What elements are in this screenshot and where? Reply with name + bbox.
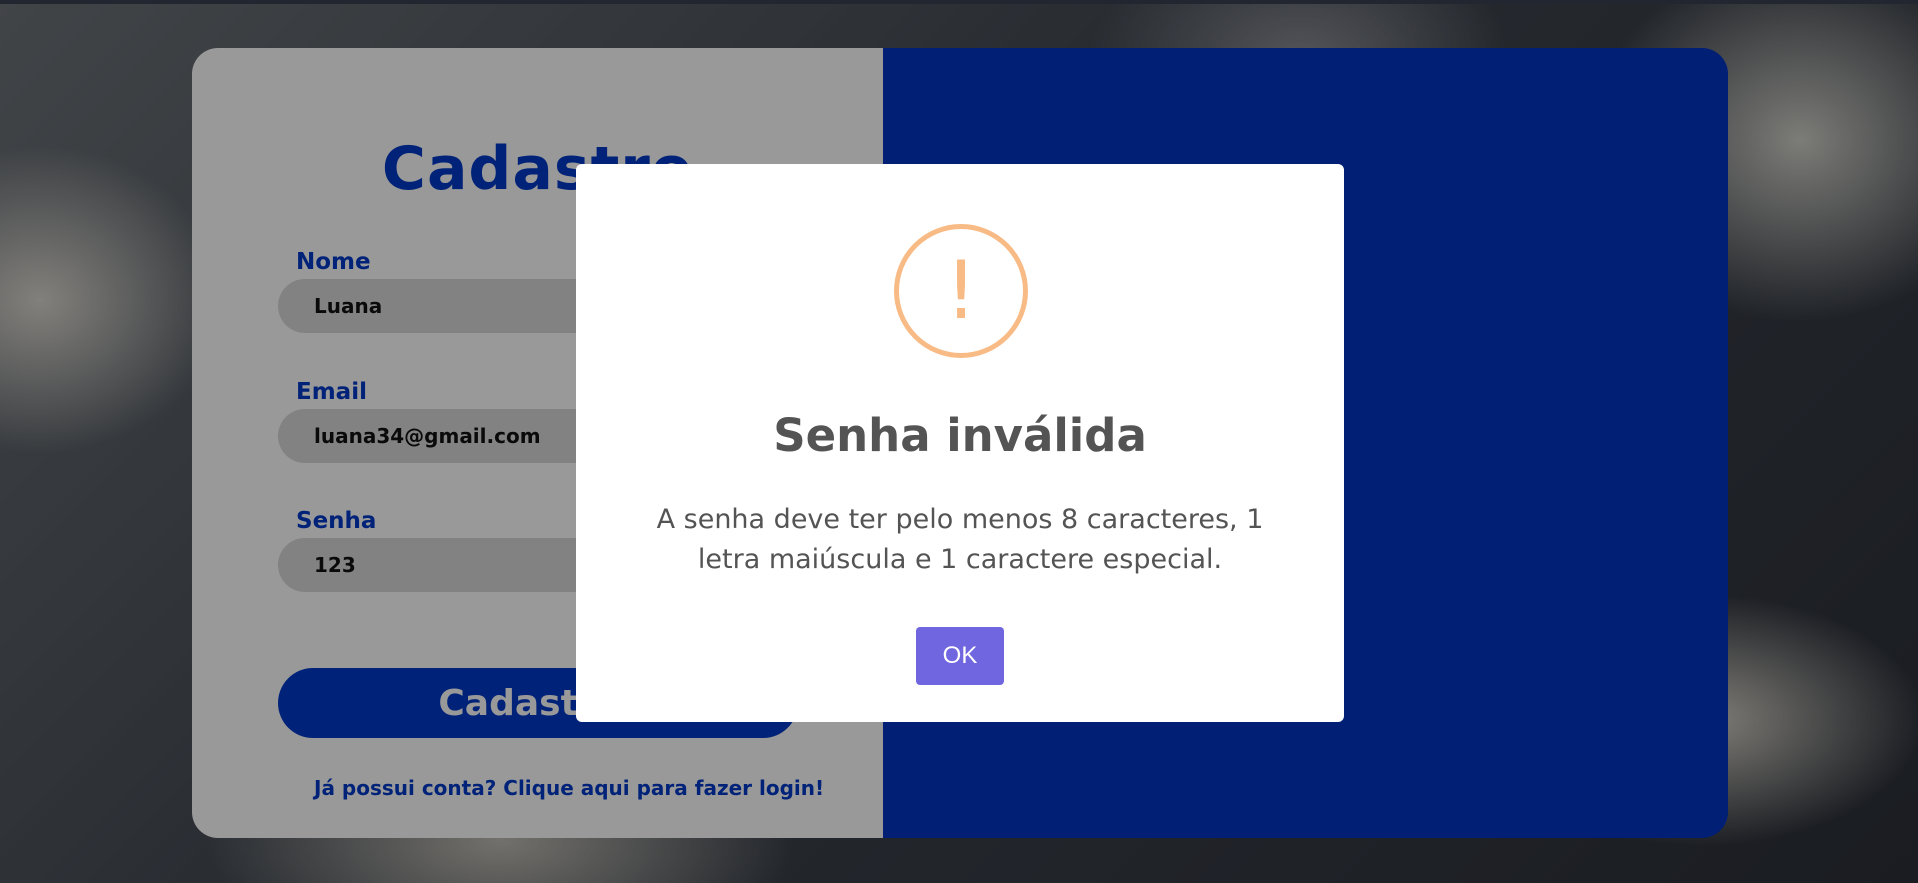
dialog-title: Senha inválida bbox=[773, 409, 1147, 462]
exclamation-mark: ! bbox=[944, 244, 978, 337]
alert-dialog: ! Senha inválida A senha deve ter pelo m… bbox=[576, 164, 1344, 722]
dialog-message: A senha deve ter pelo menos 8 caracteres… bbox=[656, 504, 1264, 575]
warning-icon: ! bbox=[894, 224, 1028, 358]
ok-button[interactable]: OK bbox=[916, 627, 1004, 685]
